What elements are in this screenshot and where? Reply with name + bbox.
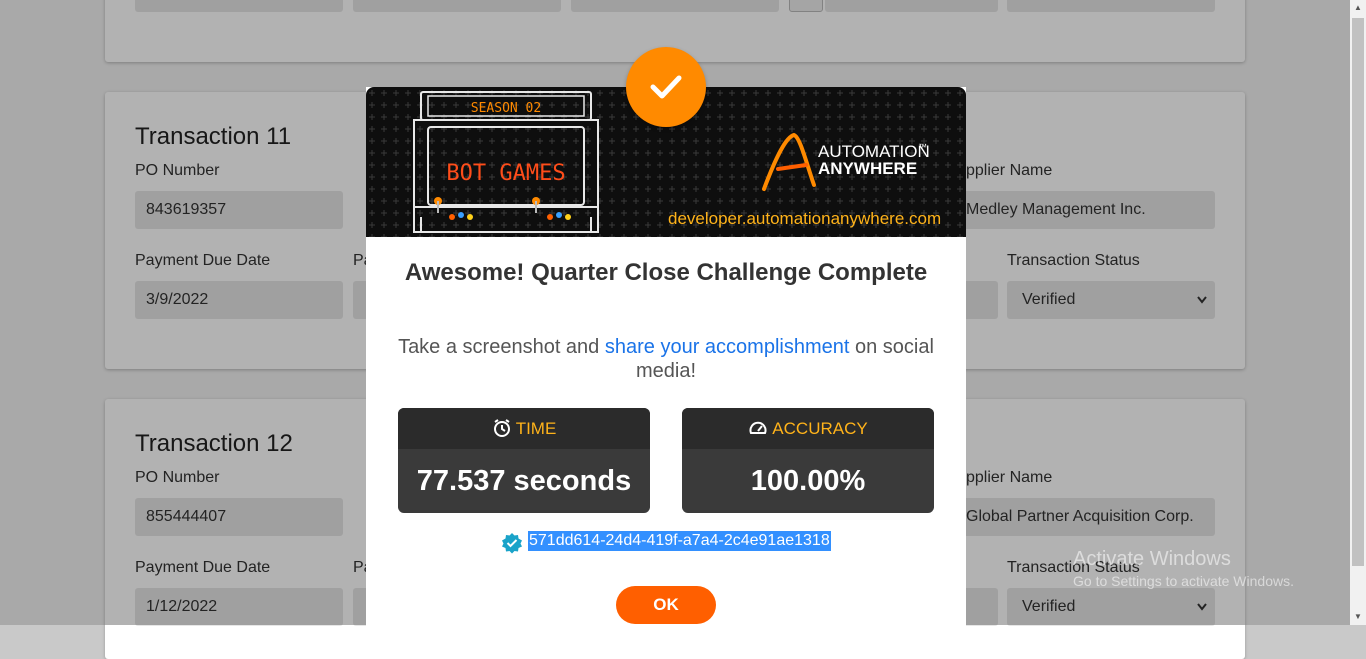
certificate-id-text[interactable]: 571dd614-24d4-419f-a7a4-2c4e91ae1318 (528, 531, 831, 551)
modal-subtitle: Take a screenshot and share your accompl… (396, 335, 936, 383)
scroll-down-arrow-icon[interactable]: ▼ (1350, 609, 1366, 625)
scroll-up-arrow-icon[interactable]: ▲ (1350, 0, 1366, 16)
scroll-thumb[interactable] (1352, 18, 1364, 566)
activate-windows-subtitle: Go to Settings to activate Windows. (1073, 573, 1294, 589)
speedometer-icon (749, 421, 767, 434)
modal-title: Awesome! Quarter Close Challenge Complet… (404, 259, 928, 286)
challenge-complete-modal: SEASON 02 BOT GAMES AUTOMATION ™ ANYWHER… (366, 87, 966, 647)
checkmark-icon (650, 75, 682, 99)
time-label: TIME (515, 419, 557, 438)
success-badge (626, 47, 706, 127)
brand-trademark: ™ (918, 142, 927, 152)
brand-line-2: ANYWHERE (818, 159, 917, 178)
time-stat-header: TIME (398, 408, 650, 449)
accuracy-value: 100.00% (750, 465, 866, 497)
subtitle-text: Take a screenshot and (398, 336, 605, 358)
time-stat-card: TIME 77.537 seconds (398, 408, 650, 513)
ok-button[interactable]: OK (616, 586, 716, 624)
season-label: SEASON 02 (471, 101, 541, 116)
game-title: BOT GAMES (446, 161, 565, 186)
accuracy-label: ACCURACY (772, 419, 868, 438)
activate-windows-title: Activate Windows (1073, 548, 1231, 570)
share-accomplishment-link[interactable]: share your accomplishment (605, 336, 850, 358)
accuracy-stat-card: ACCURACY 100.00% (682, 408, 934, 513)
alarm-clock-icon (493, 419, 510, 437)
accuracy-stat-header: ACCURACY (682, 408, 934, 449)
website-url: developer.automationanywhere.com (668, 209, 941, 228)
time-value: 77.537 seconds (416, 465, 632, 497)
verified-badge-icon (502, 533, 522, 554)
scrollbar[interactable]: ▲ ▼ (1350, 0, 1366, 625)
